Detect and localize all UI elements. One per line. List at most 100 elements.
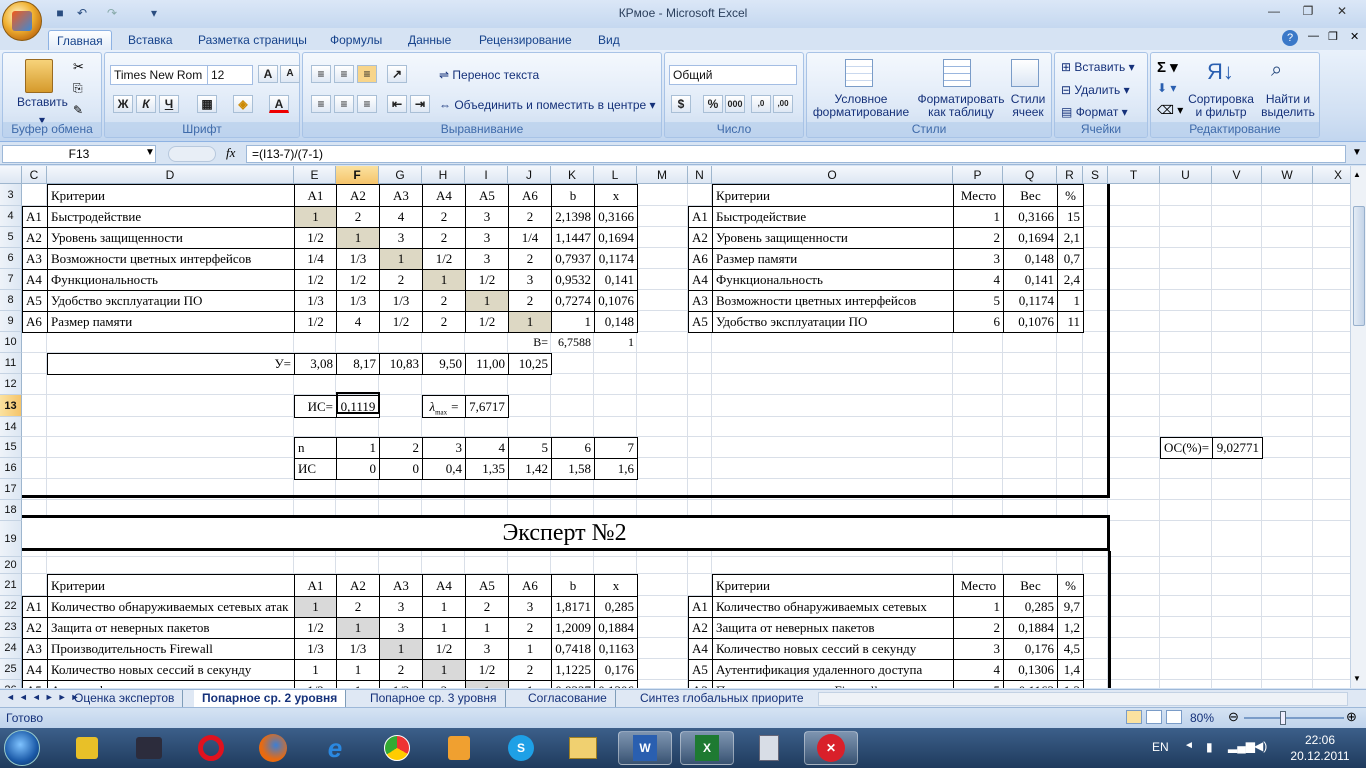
criterion-name[interactable]: Уровень защищенности <box>47 227 295 249</box>
matrix-cell[interactable]: 1/4 <box>294 248 337 270</box>
thousands-button[interactable]: 000 <box>725 95 745 113</box>
matrix-cell[interactable]: 2 <box>508 290 552 312</box>
row-header[interactable]: 26 <box>0 680 22 688</box>
rank-percent[interactable]: 2,4 <box>1057 269 1084 291</box>
rank-code[interactable]: A5 <box>688 311 713 333</box>
rank-code[interactable]: A3 <box>688 680 713 688</box>
name-box[interactable]: F13 <box>2 145 156 163</box>
font-color-icon[interactable]: A <box>269 95 289 113</box>
row-code[interactable]: A5 <box>22 680 48 688</box>
rank-criterion[interactable]: Количество новых сессий в секунду <box>712 638 954 660</box>
b-sum-value[interactable]: 6,7588 <box>551 332 594 352</box>
rank-place[interactable]: 3 <box>953 248 1004 270</box>
matrix-cell[interactable]: 1/2 <box>336 269 380 291</box>
taskbar-firefox[interactable] <box>246 731 300 765</box>
zoom-slider-thumb[interactable] <box>1280 711 1286 725</box>
x-value[interactable]: 0,3166 <box>594 206 638 228</box>
criterion-name[interactable]: Быстродействие <box>47 206 295 228</box>
matrix-cell[interactable]: 1 <box>508 638 552 660</box>
matrix-cell[interactable]: 1 <box>336 659 380 681</box>
row-header[interactable]: 25 <box>0 659 22 680</box>
matrix-cell[interactable]: 2 <box>379 659 423 681</box>
x-value[interactable]: 0,1163 <box>594 638 638 660</box>
matrix-cell[interactable]: 2 <box>336 596 380 618</box>
decrease-decimal-icon[interactable]: ,00 <box>773 95 793 113</box>
language-indicator[interactable]: EN <box>1152 740 1169 754</box>
x-value[interactable]: 0,148 <box>594 311 638 333</box>
y-value[interactable]: 10,25 <box>508 353 552 375</box>
criterion-name[interactable]: Функциональность <box>47 269 295 291</box>
rank-code[interactable]: A1 <box>688 596 713 618</box>
rank-percent[interactable]: 15 <box>1057 206 1084 228</box>
matrix-cell[interactable]: 1/2 <box>294 311 337 333</box>
sheet-tab-4[interactable]: Согласование <box>520 690 616 707</box>
matrix-cell[interactable]: 1 <box>422 269 466 291</box>
table-header[interactable]: A6 <box>508 574 552 597</box>
clear-icon[interactable]: ⌫ ▾ <box>1157 103 1183 117</box>
scroll-thumb[interactable] <box>1353 206 1365 326</box>
matrix-cell[interactable]: 1 <box>379 248 423 270</box>
row-header[interactable]: 22 <box>0 596 22 617</box>
network-icon[interactable]: ▂▄▆ <box>1228 739 1255 753</box>
delete-cells-button[interactable]: ⊟ Удалить ▾ <box>1061 83 1130 97</box>
currency-icon[interactable]: $ <box>671 95 691 113</box>
cell-styles-button[interactable]: Стили ячеек <box>1007 93 1049 119</box>
matrix-cell[interactable]: 3 <box>379 617 423 639</box>
matrix-cell[interactable]: 1 <box>336 617 380 639</box>
matrix-cell[interactable]: 1 <box>422 659 466 681</box>
n-label[interactable]: n <box>294 437 337 459</box>
underline-button[interactable]: Ч <box>159 95 179 113</box>
battery-icon[interactable]: ▮ <box>1206 740 1213 754</box>
row-header[interactable]: 20 <box>0 557 22 574</box>
matrix-cell[interactable]: 3 <box>465 638 509 660</box>
matrix-cell[interactable]: 1 <box>465 617 509 639</box>
table-header[interactable]: x <box>594 574 638 597</box>
rank-place[interactable]: 4 <box>953 269 1004 291</box>
table-header[interactable]: Место <box>953 574 1004 597</box>
table-header[interactable]: A4 <box>422 574 466 597</box>
rank-weight[interactable]: 0,285 <box>1003 596 1058 618</box>
x-sum-value[interactable]: 1 <box>594 332 637 352</box>
matrix-cell[interactable]: 1/3 <box>379 290 423 312</box>
row-header[interactable]: 16 <box>0 458 22 479</box>
rank-place[interactable]: 1 <box>953 206 1004 228</box>
ribbon-restore-icon[interactable]: ❐ <box>1328 30 1338 43</box>
is-table-value[interactable]: 0 <box>379 458 423 480</box>
align-right-icon[interactable]: ≡ <box>357 95 377 113</box>
taskbar-media[interactable] <box>432 731 486 765</box>
matrix-cell[interactable]: 1/2 <box>422 638 466 660</box>
table-header[interactable]: A3 <box>379 574 423 597</box>
matrix-cell[interactable]: 2 <box>336 206 380 228</box>
b-value[interactable]: 1,1447 <box>551 227 595 249</box>
b-value[interactable]: 0,7418 <box>551 638 595 660</box>
criterion-name[interactable]: Размер памяти <box>47 311 295 333</box>
matrix-cell[interactable]: 1/2 <box>294 680 337 688</box>
is-table-value[interactable]: 0,4 <box>422 458 466 480</box>
is-table-value[interactable]: 1,42 <box>508 458 552 480</box>
n-value[interactable]: 3 <box>422 437 466 459</box>
tab-page-layout[interactable]: Разметка страницы <box>190 30 315 50</box>
rank-weight[interactable]: 0,3166 <box>1003 206 1058 228</box>
is-table-value[interactable]: 1,58 <box>551 458 595 480</box>
rank-criterion[interactable]: Функциональность <box>712 269 954 291</box>
align-top-icon[interactable]: ≡ <box>311 65 331 83</box>
b-value[interactable]: 0,8327 <box>551 680 595 688</box>
criterion-name[interactable]: Возможности цветных интерфейсов <box>47 248 295 270</box>
rank-code[interactable]: A6 <box>688 248 713 270</box>
matrix-cell[interactable]: 1/3 <box>336 248 380 270</box>
autosum-icon[interactable]: Σ ▾ <box>1157 58 1178 76</box>
matrix-cell[interactable]: 1 <box>465 290 509 312</box>
n-value[interactable]: 7 <box>594 437 638 459</box>
number-format-combo[interactable]: Общий <box>669 65 797 85</box>
rank-place[interactable]: 5 <box>953 680 1004 688</box>
criterion-name[interactable]: Защита от неверных пакетов <box>47 617 295 639</box>
x-value[interactable]: 0,1174 <box>594 248 638 270</box>
row-header[interactable]: 6 <box>0 248 22 269</box>
clock-date[interactable]: 20.12.2011 <box>1284 749 1356 763</box>
help-icon[interactable]: ? <box>1282 30 1298 46</box>
table-header[interactable]: % <box>1057 574 1084 597</box>
b-value[interactable]: 1 <box>551 311 595 333</box>
qat-dropdown-icon[interactable]: ▾ <box>146 5 162 21</box>
align-center-icon[interactable]: ≡ <box>334 95 354 113</box>
is-table-value[interactable]: 0 <box>336 458 380 480</box>
